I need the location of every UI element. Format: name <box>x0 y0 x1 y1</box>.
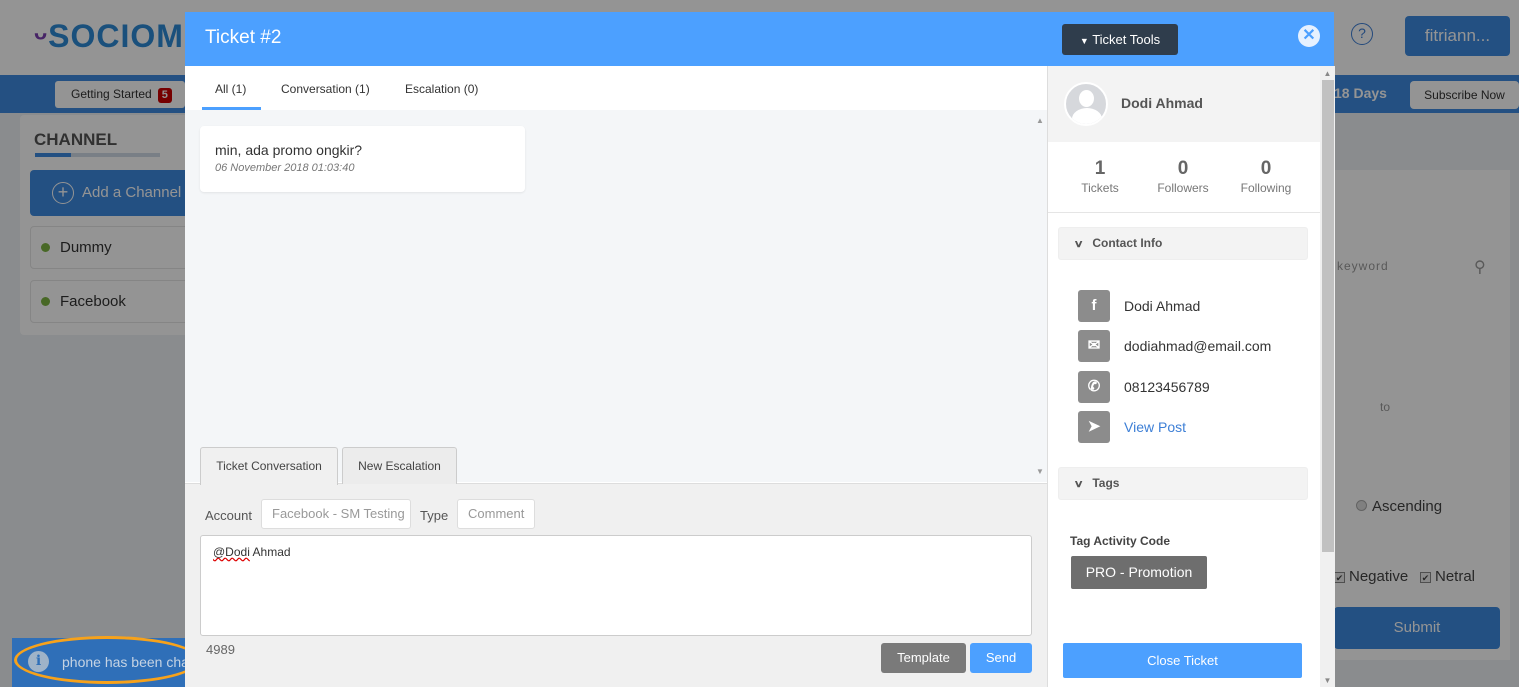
stat-label: Following <box>1240 181 1292 195</box>
facebook-icon: f <box>1078 290 1110 322</box>
type-label: Type <box>420 508 449 523</box>
profile-name: Dodi Ahmad <box>1121 95 1203 111</box>
scroll-down-icon[interactable]: ▼ <box>1320 676 1335 685</box>
modal-header: Ticket #2 ▼ Ticket Tools ✕ <box>185 12 1334 66</box>
stat-label: Followers <box>1157 181 1209 195</box>
message-text: min, ada promo ongkir? <box>215 142 363 158</box>
scroll-up-icon[interactable]: ▲ <box>1320 69 1335 78</box>
avatar <box>1064 82 1108 126</box>
mention-text: @Dodi <box>213 545 250 559</box>
profile-header: Dodi Ahmad <box>1048 66 1320 142</box>
tab-conversation[interactable]: Conversation (1) <box>281 66 370 110</box>
tab-new-escalation[interactable]: New Escalation <box>342 447 457 484</box>
profile-scrollbar[interactable]: ▲ ▼ <box>1320 66 1335 687</box>
chevron-down-icon: ∨ <box>1073 479 1084 490</box>
account-label: Account <box>205 508 252 523</box>
stat-value: 0 <box>1177 158 1189 179</box>
scroll-thumb[interactable] <box>1322 80 1334 552</box>
type-field[interactable]: Comment <box>457 499 535 529</box>
message-bubble: min, ada promo ongkir? 06 November 2018 … <box>200 126 525 192</box>
contact-text: 08123456789 <box>1124 379 1210 395</box>
conversation-scrollbar[interactable]: ▲ ▼ <box>1033 110 1047 482</box>
view-post-link[interactable]: View Post <box>1124 419 1186 435</box>
reply-text: Ahmad <box>249 545 291 559</box>
tab-escalation[interactable]: Escalation (0) <box>405 66 478 110</box>
stat-followers: 0 Followers <box>1143 158 1223 195</box>
ticket-tools-button[interactable]: ▼ Ticket Tools <box>1062 24 1178 55</box>
contact-text: dodiahmad@email.com <box>1124 338 1272 354</box>
scroll-up-icon[interactable]: ▲ <box>1033 116 1047 125</box>
stat-label: Tickets <box>1081 181 1119 195</box>
location-arrow-icon: ➤ <box>1078 411 1110 443</box>
stat-value: 1 <box>1094 158 1106 179</box>
tag-pill[interactable]: PRO - Promotion <box>1071 556 1207 589</box>
ticket-tabs: All (1) Conversation (1) Escalation (0) <box>185 66 1047 110</box>
customer-profile-panel: Dodi Ahmad 1 Tickets 0 Followers 0 Followin… <box>1047 66 1335 687</box>
contact-info-section[interactable]: ∨ Contact Info <box>1058 227 1308 260</box>
ticket-modal: Ticket #2 ▼ Ticket Tools ✕ All (1) Conve… <box>185 12 1335 687</box>
chevron-down-icon: ∨ <box>1073 239 1084 250</box>
modal-title: Ticket #2 <box>205 27 282 48</box>
stat-following: 0 Following <box>1226 158 1306 195</box>
send-button[interactable]: Send <box>970 643 1032 673</box>
ticket-tools-label: Ticket Tools <box>1092 32 1161 47</box>
account-field[interactable]: Facebook - SM Testing <box>261 499 411 529</box>
template-button[interactable]: Template <box>881 643 966 673</box>
section-title: Contact Info <box>1092 236 1163 250</box>
highlight-ellipse <box>14 636 200 684</box>
tags-section[interactable]: ∨ Tags <box>1058 467 1308 500</box>
section-title: Tags <box>1092 476 1120 490</box>
caret-down-icon: ▼ <box>1079 36 1089 46</box>
close-icon[interactable]: ✕ <box>1298 25 1320 47</box>
divider <box>1048 212 1320 213</box>
tab-ticket-conversation[interactable]: Ticket Conversation <box>200 447 338 485</box>
stat-tickets: 1 Tickets <box>1060 158 1140 195</box>
scroll-down-icon[interactable]: ▼ <box>1033 467 1047 476</box>
stat-value: 0 <box>1260 158 1272 179</box>
reply-textarea[interactable]: @Dodi Ahmad <box>200 535 1032 636</box>
contact-text: Dodi Ahmad <box>1124 298 1201 314</box>
tab-all[interactable]: All (1) <box>202 66 261 110</box>
character-count: 4989 <box>206 642 235 657</box>
tag-group-label: Tag Activity Code <box>1070 534 1171 548</box>
phone-icon: ✆ <box>1078 371 1110 403</box>
close-ticket-button[interactable]: Close Ticket <box>1063 643 1302 678</box>
envelope-icon: ✉ <box>1078 330 1110 362</box>
message-time: 06 November 2018 01:03:40 <box>215 162 355 174</box>
